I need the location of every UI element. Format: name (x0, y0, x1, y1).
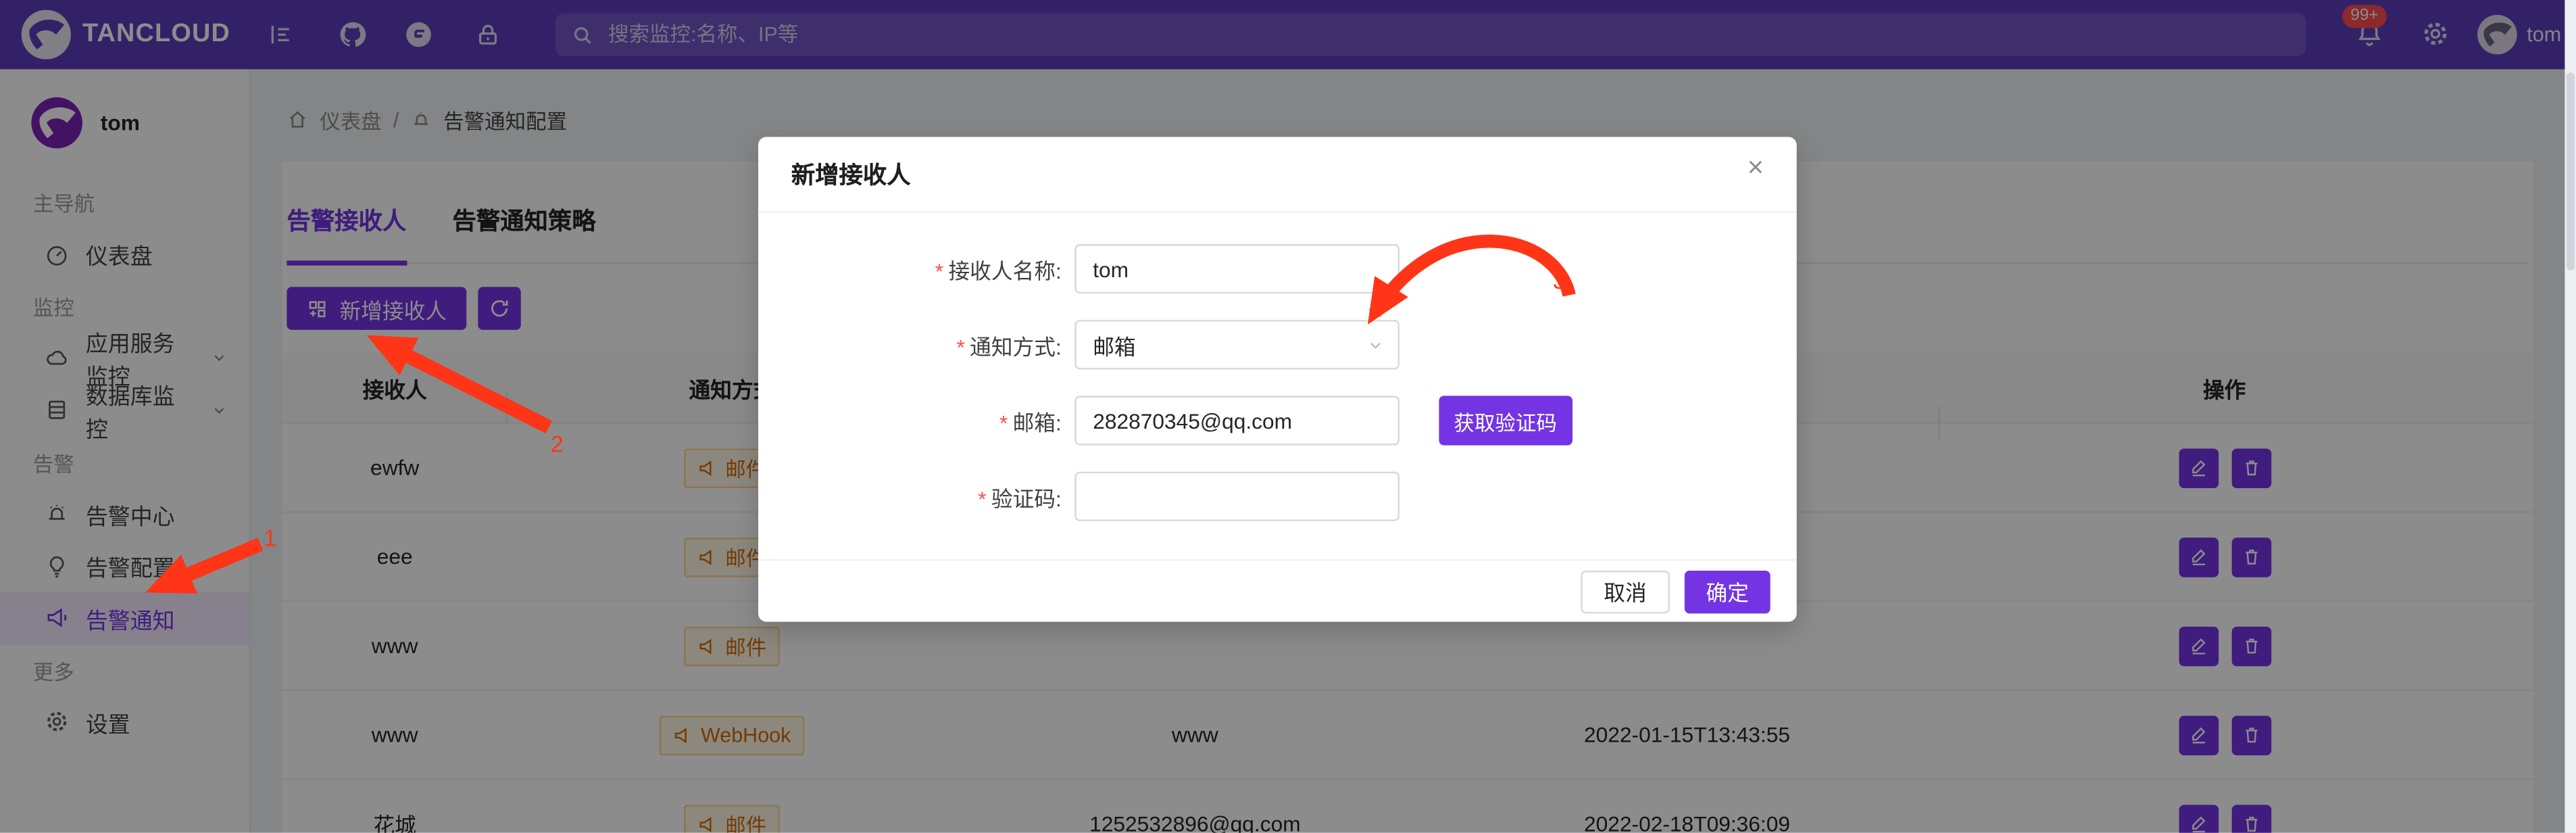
confirm-button[interactable]: 确定 (1685, 570, 1770, 613)
modal-header: 新增接收人 × (758, 137, 1797, 212)
form-row-receiver-name: *接收人名称: (758, 244, 1797, 293)
close-icon[interactable]: × (1737, 150, 1774, 187)
field-label: *验证码: (758, 481, 1074, 512)
verify-code-input[interactable] (1074, 472, 1400, 521)
add-receiver-modal: 新增接收人 × *接收人名称: *通知方式: 邮箱 *邮箱: 获取验证码 (758, 137, 1797, 621)
modal-footer: 取消 确定 (758, 559, 1797, 622)
modal-body: *接收人名称: *通知方式: 邮箱 *邮箱: 获取验证码 *验证码: (758, 213, 1797, 559)
required-mark: * (935, 258, 943, 283)
form-row-verify-code: *验证码: (758, 472, 1797, 521)
required-mark: * (999, 410, 1008, 435)
cancel-button[interactable]: 取消 (1581, 570, 1670, 613)
notice-method-select[interactable]: 邮箱 (1074, 320, 1400, 369)
vertical-scrollbar[interactable] (2565, 0, 2576, 833)
required-mark: * (978, 485, 986, 510)
field-label: *通知方式: (758, 329, 1074, 360)
field-label: *邮箱: (758, 405, 1074, 436)
modal-title: 新增接收人 (791, 163, 911, 189)
form-row-email: *邮箱: 获取验证码 (758, 396, 1797, 445)
receiver-name-input[interactable] (1074, 244, 1400, 293)
email-input[interactable] (1074, 396, 1400, 445)
field-label: *接收人名称: (758, 253, 1074, 284)
scrollbar-thumb[interactable] (2567, 72, 2575, 270)
chevron-down-icon (1366, 335, 1385, 354)
get-verify-code-button[interactable]: 获取验证码 (1439, 396, 1571, 445)
required-mark: * (956, 334, 964, 359)
app-root: TANCLOUD 99+ (0, 0, 2576, 833)
form-row-notice-method: *通知方式: 邮箱 (758, 320, 1797, 369)
select-value: 邮箱 (1093, 329, 1135, 360)
